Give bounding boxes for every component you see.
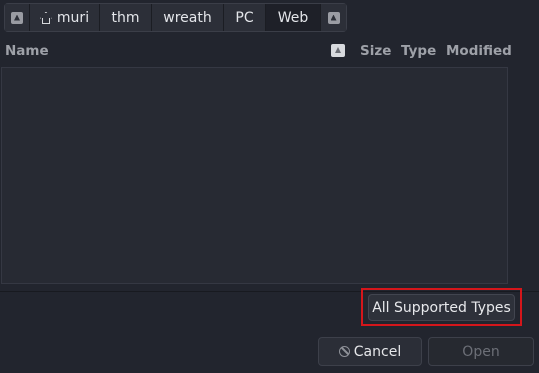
- breadcrumb-label: muri: [56, 9, 90, 26]
- file-list[interactable]: [1, 67, 508, 284]
- column-size[interactable]: Size: [360, 43, 391, 59]
- cancel-button[interactable]: Cancel: [318, 337, 422, 366]
- breadcrumb-item-web[interactable]: Web: [266, 4, 321, 31]
- column-name[interactable]: Name: [5, 43, 49, 59]
- file-type-filter[interactable]: All Supported Types: [368, 294, 515, 321]
- file-type-filter-label: All Supported Types: [372, 299, 511, 316]
- breadcrumb-label: Web: [277, 9, 309, 26]
- breadcrumb-back-button[interactable]: [5, 4, 30, 31]
- breadcrumb-label: thm: [111, 9, 140, 26]
- breadcrumb-label: wreath: [163, 9, 212, 26]
- breadcrumb-label: PC: [235, 9, 254, 26]
- column-header: Name Size Type Modified: [0, 38, 512, 64]
- breadcrumb-forward-button[interactable]: [321, 4, 346, 31]
- open-button[interactable]: Open: [428, 337, 534, 366]
- sort-indicator-icon: [331, 44, 345, 57]
- open-label: Open: [462, 343, 500, 360]
- home-icon: [40, 12, 52, 24]
- arrow-left-icon: [11, 11, 23, 24]
- cancel-icon: [338, 346, 350, 357]
- breadcrumb-item-muri[interactable]: muri: [30, 4, 100, 31]
- file-chooser-dialog: muri thm wreath PC Web Name Size Type Mo…: [0, 0, 539, 373]
- column-type[interactable]: Type: [401, 43, 436, 59]
- arrow-right-icon: [327, 11, 340, 24]
- breadcrumb-item-wreath[interactable]: wreath: [152, 4, 224, 31]
- cancel-label: Cancel: [353, 343, 402, 360]
- breadcrumb-item-thm[interactable]: thm: [100, 4, 152, 31]
- breadcrumb: muri thm wreath PC Web: [4, 3, 347, 32]
- breadcrumb-item-pc[interactable]: PC: [224, 4, 266, 31]
- column-modified[interactable]: Modified: [446, 43, 512, 59]
